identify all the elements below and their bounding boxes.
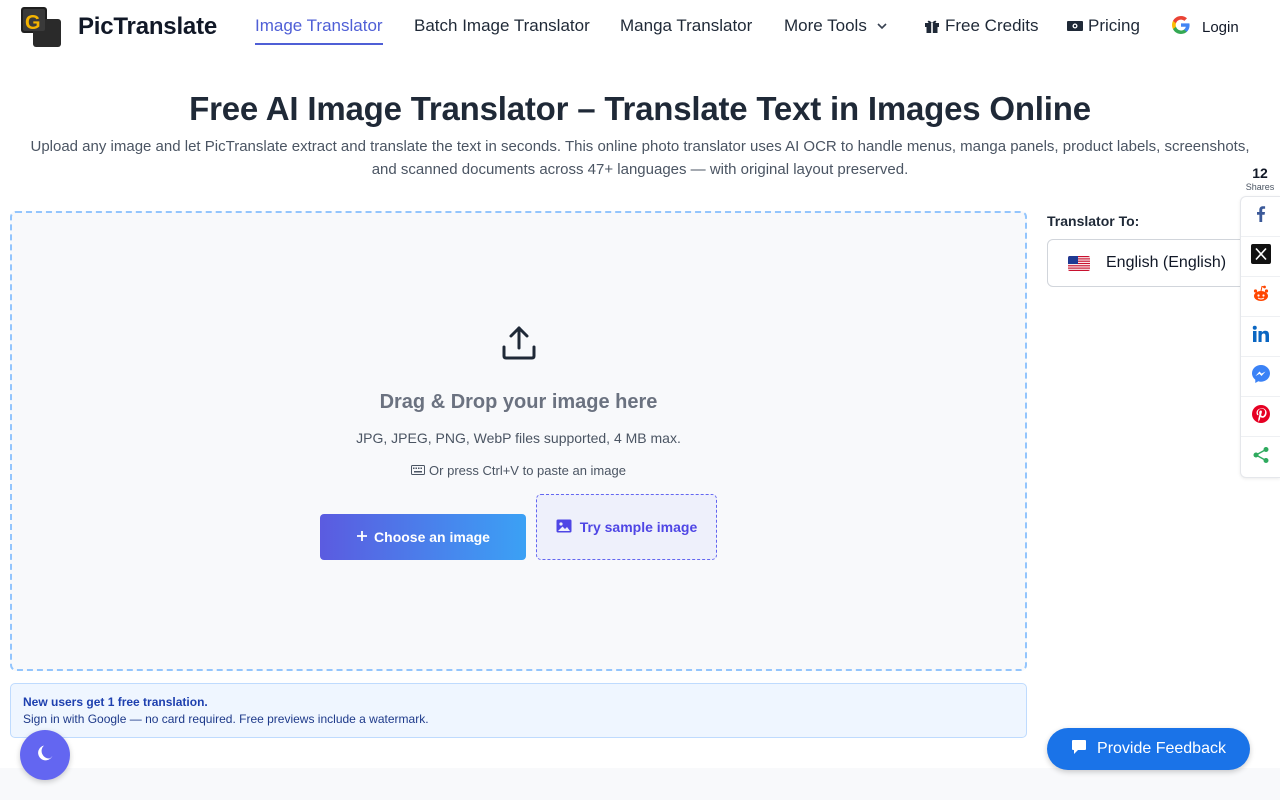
nav-label: Image Translator (255, 16, 383, 35)
try-sample-button[interactable]: Try sample image (536, 494, 717, 560)
chat-bubble-icon (1071, 739, 1087, 760)
notice-title: New users get 1 free translation. (23, 695, 208, 709)
us-flag-icon (1068, 255, 1090, 271)
try-sample-label: Try sample image (579, 519, 698, 535)
provide-feedback-button[interactable]: Provide Feedback (1047, 728, 1250, 770)
plus-icon (356, 529, 368, 545)
money-icon (1066, 17, 1084, 35)
share-x-button[interactable] (1241, 237, 1280, 277)
upload-icon (501, 325, 537, 361)
free-translation-notice: New users get 1 free translation. Sign i… (10, 683, 1027, 738)
share-linkedin-button[interactable] (1241, 317, 1280, 357)
dropzone-paste-hint: Or press Ctrl+V to paste an image (12, 463, 1025, 478)
paste-hint-text: Or press Ctrl+V to paste an image (429, 463, 626, 478)
keyboard-icon (411, 463, 426, 478)
dark-mode-toggle[interactable] (20, 730, 70, 780)
target-language-select[interactable]: English (English) (1047, 239, 1257, 287)
selected-language: English (English) (1106, 254, 1227, 271)
dropzone-formats: JPG, JPEG, PNG, WebP files supported, 4 … (356, 430, 681, 446)
choose-image-button[interactable]: Choose an image (320, 514, 526, 560)
login-label: Login (1202, 18, 1239, 36)
nav-label: More Tools (784, 16, 867, 35)
share-reddit-button[interactable] (1241, 277, 1280, 317)
linkedin-icon (1252, 325, 1270, 348)
page-footer-band (0, 768, 1280, 800)
share-bar (1240, 196, 1280, 478)
nav-free-credits[interactable]: Free Credits (923, 16, 1039, 36)
nav-label: Free Credits (945, 16, 1039, 35)
login-button[interactable]: Login (1172, 16, 1239, 38)
moon-icon (35, 743, 55, 768)
share-facebook-button[interactable] (1241, 197, 1280, 237)
page-title: Free AI Image Translator – Translate Tex… (189, 90, 1091, 127)
share-pinterest-button[interactable] (1241, 397, 1280, 437)
dropzone-title: Drag & Drop your image here (379, 391, 658, 413)
facebook-icon (1252, 205, 1270, 228)
nav-label: Batch Image Translator (414, 16, 590, 35)
x-twitter-icon (1250, 244, 1271, 269)
share-count-label: Shares (1245, 182, 1275, 192)
reddit-icon (1251, 284, 1271, 309)
brand-name: PicTranslate (78, 13, 218, 40)
share-more-button[interactable] (1241, 437, 1280, 477)
share-messenger-button[interactable] (1241, 357, 1280, 397)
nav-image-translator[interactable]: Image Translator (255, 16, 383, 45)
target-language-label: Translator To: (1047, 213, 1140, 229)
page-description: Upload any image and let PicTranslate ex… (30, 138, 1250, 178)
logo-icon: G (21, 7, 61, 47)
brand-logo[interactable]: G PicTranslate (21, 7, 217, 47)
upload-dropzone[interactable]: Drag & Drop your image here JPG, JPEG, P… (10, 211, 1027, 671)
image-icon (556, 519, 572, 536)
nav-label: Manga Translator (620, 16, 753, 35)
pinterest-icon (1251, 404, 1271, 429)
messenger-icon (1251, 364, 1271, 389)
google-icon (1172, 16, 1190, 38)
share-counter: 12 Shares (1243, 165, 1277, 192)
share-count: 12 (1252, 165, 1268, 181)
notice-text: Sign in with Google — no card required. … (23, 712, 429, 726)
nav-pricing[interactable]: Pricing (1066, 16, 1140, 36)
svg-text:G: G (25, 12, 41, 34)
feedback-label: Provide Feedback (1097, 740, 1226, 757)
nav-batch-image-translator[interactable]: Batch Image Translator (414, 16, 590, 36)
nav-more-tools[interactable]: More Tools (784, 16, 891, 36)
nav-manga-translator[interactable]: Manga Translator (620, 16, 752, 36)
gift-icon (923, 17, 941, 35)
site-header: G PicTranslate Image Translator Batch Im… (0, 0, 1280, 54)
chevron-down-icon (873, 17, 891, 35)
choose-image-label: Choose an image (374, 529, 490, 545)
nav-label: Pricing (1088, 16, 1140, 35)
share-icon (1252, 446, 1270, 469)
